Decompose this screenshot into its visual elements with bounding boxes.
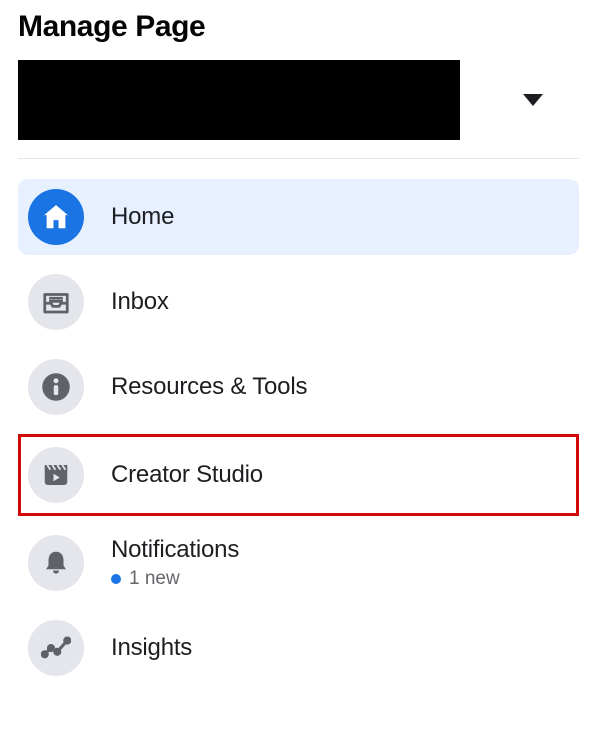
nav-item-notifications[interactable]: Notifications 1 new	[18, 525, 579, 601]
caret-down-icon	[523, 94, 543, 106]
notification-badge: 1 new	[111, 568, 239, 590]
nav-label: Inbox	[111, 288, 169, 316]
nav-label: Insights	[111, 634, 192, 662]
insights-icon	[28, 620, 84, 676]
nav-label: Notifications	[111, 536, 239, 564]
nav-label: Creator Studio	[111, 461, 263, 489]
home-icon	[28, 189, 84, 245]
page-title: Manage Page	[18, 10, 579, 44]
nav-item-home[interactable]: Home	[18, 179, 579, 255]
nav-item-creator-studio[interactable]: Creator Studio	[18, 434, 579, 516]
badge-dot-icon	[111, 574, 121, 584]
bell-icon	[28, 535, 84, 591]
nav-label: Resources & Tools	[111, 373, 307, 401]
nav-item-inbox[interactable]: Inbox	[18, 264, 579, 340]
divider	[18, 158, 579, 159]
nav-label: Home	[111, 203, 174, 231]
info-icon	[28, 359, 84, 415]
nav-item-insights[interactable]: Insights	[18, 610, 579, 686]
nav-list: Home Inbox Resources & Tools	[18, 179, 579, 686]
nav-item-resources-tools[interactable]: Resources & Tools	[18, 349, 579, 425]
inbox-icon	[28, 274, 84, 330]
current-page-thumbnail	[18, 60, 460, 140]
creator-studio-icon	[28, 447, 84, 503]
badge-text: 1 new	[129, 568, 180, 590]
page-selector[interactable]	[18, 60, 579, 140]
